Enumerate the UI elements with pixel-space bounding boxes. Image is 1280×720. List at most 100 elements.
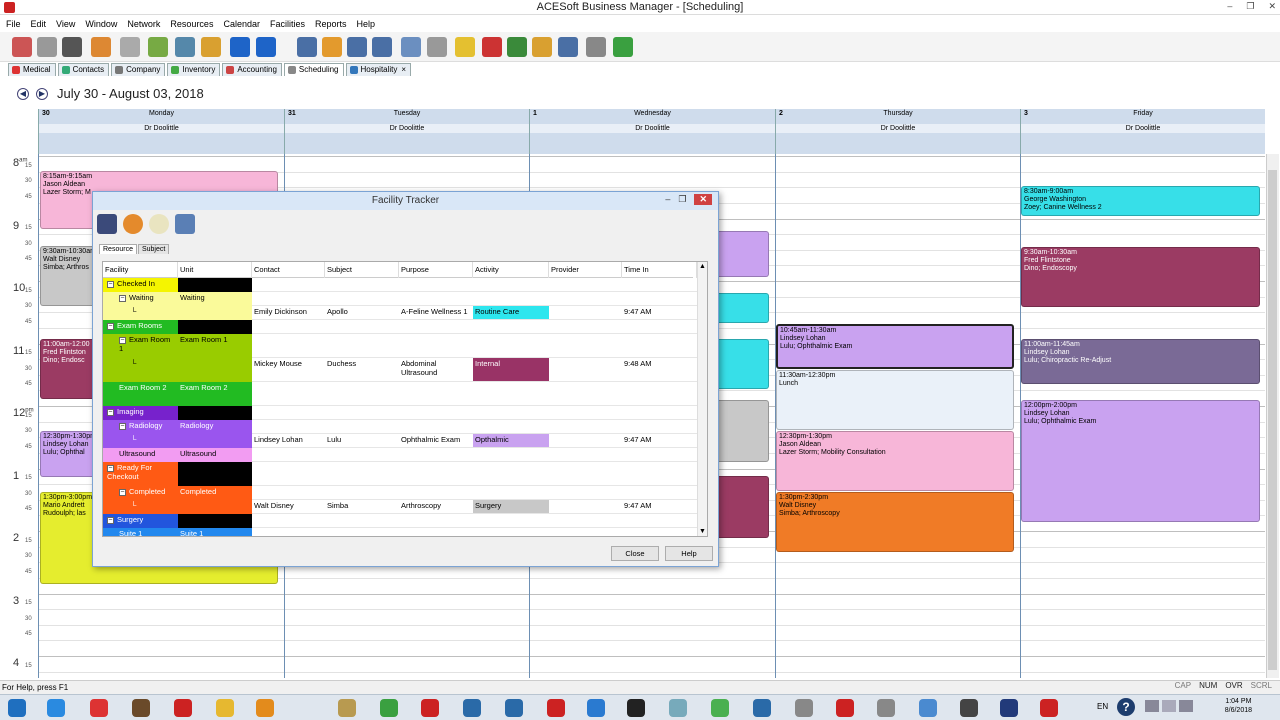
outlook-icon[interactable] xyxy=(256,699,274,717)
table-scrollbar[interactable]: ▲ ▼ xyxy=(697,262,707,536)
ms-icon[interactable] xyxy=(1000,699,1018,717)
acesoft3-icon[interactable] xyxy=(836,699,854,717)
filezilla-icon[interactable] xyxy=(547,699,565,717)
column-contact[interactable]: Contact xyxy=(252,262,325,278)
sc-icon[interactable] xyxy=(753,699,771,717)
expand-collapse-icon[interactable]: – xyxy=(119,488,126,496)
tab-scheduling[interactable]: Scheduling xyxy=(283,63,344,76)
tab-close-icon[interactable]: × xyxy=(401,65,406,74)
ie-icon[interactable] xyxy=(47,699,65,717)
new-document-icon[interactable] xyxy=(12,37,32,57)
terminal-icon[interactable] xyxy=(627,699,645,717)
table-row[interactable]: – Checked In xyxy=(103,278,697,292)
clock[interactable]: 1:04 PM 8/6/2018 xyxy=(1225,697,1252,715)
maximize-icon[interactable]: ❐ xyxy=(1246,1,1254,12)
column-purpose[interactable]: Purpose xyxy=(399,262,473,278)
info-icon[interactable] xyxy=(230,37,250,57)
lock-icon[interactable] xyxy=(338,699,356,717)
help-icon[interactable]: ? xyxy=(1117,698,1135,716)
appointment[interactable]: 9:30am-10:30am Fred Flintstone Dino; End… xyxy=(1021,247,1260,307)
chromium-icon[interactable] xyxy=(587,699,605,717)
tab-accounting[interactable]: Accounting xyxy=(222,63,282,76)
column-facility[interactable]: Facility xyxy=(103,262,178,278)
language-indicator[interactable]: EN xyxy=(1097,702,1108,711)
person-icon[interactable] xyxy=(532,37,552,57)
day-header-tuesday[interactable]: 31 Tuesday Dr Doolittle xyxy=(284,109,529,154)
lightbulb-icon[interactable] xyxy=(149,214,169,234)
user-card-icon[interactable] xyxy=(175,214,195,234)
table-row[interactable]: – Exam Rooms xyxy=(103,320,697,334)
month-view-icon[interactable] xyxy=(372,37,392,57)
menu-edit[interactable]: Edit xyxy=(31,19,47,29)
scroll-up-icon[interactable]: ▲ xyxy=(699,263,706,270)
expand-collapse-icon[interactable]: – xyxy=(107,408,114,416)
print-preview-icon[interactable] xyxy=(37,37,57,57)
table-row[interactable]: – Surgery xyxy=(103,514,697,528)
table-row[interactable]: └ Emily Dickinson Apollo A-Feline Wellness … xyxy=(103,306,697,320)
start-icon[interactable] xyxy=(8,699,26,717)
messenger-icon[interactable] xyxy=(463,699,481,717)
butterfly-icon[interactable] xyxy=(877,699,895,717)
chart-icon[interactable] xyxy=(175,37,195,57)
table-row[interactable]: └ Walt Disney Simba Arthroscopy Surgery 9:47 … xyxy=(103,500,697,514)
expand-collapse-icon[interactable]: – xyxy=(107,516,114,524)
day-header-thursday[interactable]: 2 Thursday Dr Doolittle xyxy=(775,109,1020,154)
package-icon[interactable] xyxy=(97,214,117,234)
appointment[interactable]: 10:45am-11:30am Lindsey Lohan Lulu; Opht… xyxy=(776,324,1014,369)
menu-facilities[interactable]: Facilities xyxy=(270,19,305,29)
column-unit[interactable]: Unit xyxy=(178,262,252,278)
folder-icon[interactable] xyxy=(216,699,234,717)
menu-file[interactable]: File xyxy=(6,19,21,29)
grid-view-icon[interactable] xyxy=(401,37,421,57)
menu-network[interactable]: Network xyxy=(127,19,160,29)
column-provider[interactable]: Provider xyxy=(549,262,622,278)
tab-hospitality[interactable]: Hospitality × xyxy=(345,63,412,76)
calendar-scroll-thumb[interactable] xyxy=(1268,170,1277,670)
table-row[interactable]: Suite 1 Suite 1 xyxy=(103,528,697,536)
table-row[interactable]: – Imaging xyxy=(103,406,697,420)
zoom-icon[interactable] xyxy=(586,37,606,57)
day-view-icon[interactable] xyxy=(297,37,317,57)
book-icon[interactable] xyxy=(507,37,527,57)
next-week-icon[interactable]: ▶ xyxy=(36,88,48,100)
menu-calendar[interactable]: Calendar xyxy=(223,19,260,29)
tab-resource[interactable]: Resource xyxy=(99,244,137,254)
expand-collapse-icon[interactable]: – xyxy=(119,294,126,302)
acesoft2-icon[interactable] xyxy=(421,699,439,717)
list-icon[interactable] xyxy=(120,37,140,57)
display-icon[interactable] xyxy=(1145,700,1159,712)
check-icon[interactable] xyxy=(613,37,633,57)
appointment[interactable]: 11:30am-12:30pm Lunch xyxy=(776,370,1014,430)
day-header-wednesday[interactable]: 1 Wednesday Dr Doolittle xyxy=(529,109,775,154)
notepad-icon[interactable] xyxy=(919,699,937,717)
leaf2-icon[interactable] xyxy=(711,699,729,717)
appointment[interactable]: 1:30pm-2:30pm Walt Disney Simba; Arthros… xyxy=(776,492,1014,552)
scroll-down-icon[interactable]: ▼ xyxy=(699,528,706,535)
appointment[interactable]: 8:30am-9:00am George Washington Zoey; Ca… xyxy=(1021,186,1260,216)
appointment[interactable]: 11:00am-11:45am Lindsey Lohan Lulu; Chir… xyxy=(1021,339,1260,384)
settings-icon[interactable] xyxy=(427,37,447,57)
chrome-icon[interactable] xyxy=(90,699,108,717)
close-button[interactable]: Close xyxy=(611,546,659,561)
table-row[interactable]: └ Mickey Mouse Duchess Abdominal Ultrasound… xyxy=(103,358,697,382)
help-circle-icon[interactable] xyxy=(256,37,276,57)
column-time-in[interactable]: Time In xyxy=(622,262,697,278)
record-icon[interactable] xyxy=(1040,699,1058,717)
dialog-maximize-icon[interactable]: ❐ xyxy=(678,194,686,205)
table-row[interactable]: – Ready For Checkout xyxy=(103,462,697,486)
tab-inventory[interactable]: Inventory xyxy=(167,63,221,76)
menu-resources[interactable]: Resources xyxy=(170,19,213,29)
day-header-friday[interactable]: 3 Friday Dr Doolittle xyxy=(1020,109,1265,154)
appointment[interactable]: 12:00pm-2:00pm Lindsey Lohan Lulu; Ophth… xyxy=(1021,400,1260,522)
tab-subject[interactable]: Subject xyxy=(137,244,170,254)
appointment[interactable]: 12:30pm-1:30pm Jason Aldean Lazer Storm;… xyxy=(776,431,1014,491)
tab-company[interactable]: Company xyxy=(111,63,166,76)
tag-icon[interactable] xyxy=(482,37,502,57)
expand-collapse-icon[interactable]: – xyxy=(107,280,114,288)
column-subject[interactable]: Subject xyxy=(325,262,399,278)
close-icon[interactable]: ✕ xyxy=(1268,1,1276,12)
menu-view[interactable]: View xyxy=(56,19,75,29)
menu-window[interactable]: Window xyxy=(85,19,117,29)
menu-help[interactable]: Help xyxy=(357,19,376,29)
app-icon[interactable] xyxy=(4,2,15,13)
